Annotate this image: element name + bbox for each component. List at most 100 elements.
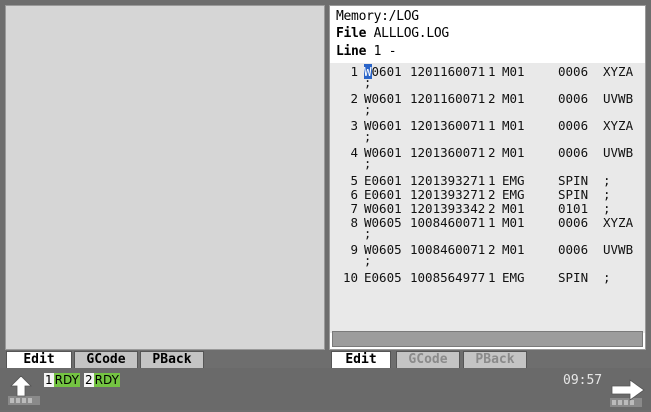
line-number: 7 <box>350 201 358 216</box>
log-timestamp: 1201360071 <box>410 145 486 160</box>
left-empty-panel <box>5 5 325 350</box>
channel-2-status: 2 RDY <box>84 372 120 388</box>
channel-2-ready: RDY <box>93 373 120 387</box>
log-channel: 2 <box>488 242 496 257</box>
log-line-continuation: ; <box>364 130 372 144</box>
log-axis: ; <box>603 187 611 202</box>
log-channel: 1 <box>488 173 496 188</box>
log-axis: ; <box>603 173 611 188</box>
tab-right-edit[interactable]: Edit <box>331 351 391 368</box>
log-code-prefix: E <box>364 187 372 202</box>
line-number: 1 <box>350 64 358 79</box>
up-return-arrow-icon[interactable] <box>8 374 42 406</box>
channel-1-ready: RDY <box>53 373 80 387</box>
log-code: E0605 <box>364 271 402 285</box>
memory-path: Memory:/LOG <box>336 9 419 24</box>
log-code-number: 0601 <box>371 201 402 216</box>
line-number: 10 <box>342 270 358 285</box>
file-header: File ALLLOG.LOG <box>336 26 449 41</box>
log-line[interactable]: 9 W0605 1008460071 2 M01 0006 UVWB <box>330 243 645 257</box>
log-timestamp: 1201360071 <box>410 118 486 133</box>
log-category: M01 <box>502 64 525 79</box>
log-line-continuation: ; <box>364 103 372 117</box>
channel-1-status: 1 RDY <box>44 372 80 388</box>
log-code-number: 0601 <box>371 145 402 160</box>
log-category: EMG <box>502 270 525 285</box>
log-value: 0006 <box>558 64 589 79</box>
log-line[interactable]: 5 E0601 1201393271 1 EMG SPIN; <box>330 174 645 188</box>
log-code: E0601 <box>364 188 402 202</box>
log-code-number: 0601 <box>371 173 402 188</box>
log-value: SPIN <box>558 173 589 188</box>
log-timestamp: 1201393271 <box>410 187 486 202</box>
log-code-number: 0605 <box>371 270 402 285</box>
log-timestamp: 1201393342 <box>410 201 486 216</box>
line-header: Line 1 - <box>336 44 397 59</box>
log-value: 0006 <box>558 242 589 257</box>
log-code: E0601 <box>364 174 402 188</box>
log-value: 0101 <box>558 201 589 216</box>
line-label: Line <box>336 44 367 59</box>
log-category: EMG <box>502 187 525 202</box>
log-code-number: 0605 <box>371 215 402 230</box>
log-line[interactable]: 4 W0601 1201360071 2 M01 0006 UVWB <box>330 146 645 160</box>
log-channel: 2 <box>488 187 496 202</box>
log-code-prefix: E <box>364 270 372 285</box>
log-value: SPIN <box>558 270 589 285</box>
log-code-number: 0601 <box>371 64 402 79</box>
tab-left-pback[interactable]: PBack <box>140 351 204 368</box>
tab-right-pback[interactable]: PBack <box>463 351 527 368</box>
channel-1-number: 1 <box>44 373 54 387</box>
log-channel: 2 <box>488 201 496 216</box>
log-line[interactable]: 8 W0605 1008460071 1 M01 0006 XYZA <box>330 216 645 230</box>
log-timestamp: 1201160071 <box>410 91 486 106</box>
log-value: SPIN <box>558 187 589 202</box>
log-category: M01 <box>502 242 525 257</box>
log-category: M01 <box>502 215 525 230</box>
log-axis: XYZA <box>603 215 634 230</box>
log-line-continuation: ; <box>364 254 372 268</box>
cnc-screen: Memory:/LOG File ALLLOG.LOG Line 1 - 1 W0… <box>0 0 651 410</box>
line-number: 4 <box>350 145 358 160</box>
log-axis: XYZA <box>603 118 634 133</box>
log-lines-area[interactable]: 1 W0601 1201160071 1 M01 0006 XYZA; 2 W0601 12011… <box>330 63 645 333</box>
log-value: 0006 <box>558 118 589 133</box>
log-axis: UVWB <box>603 91 634 106</box>
log-value: 0006 <box>558 91 589 106</box>
log-editor-panel: Memory:/LOG File ALLLOG.LOG Line 1 - 1 W0… <box>329 5 646 350</box>
log-channel: 1 <box>488 215 496 230</box>
tab-left-edit[interactable]: Edit <box>6 351 72 368</box>
log-line[interactable]: 10 E0605 1008564977 1 EMG SPIN; <box>330 271 645 285</box>
log-timestamp: 1201160071 <box>410 64 486 79</box>
log-channel: 2 <box>488 145 496 160</box>
log-channel: 1 <box>488 118 496 133</box>
log-code-number: 0601 <box>371 91 402 106</box>
line-value: 1 - <box>373 44 397 59</box>
log-axis: ; <box>603 270 611 285</box>
line-number: 3 <box>350 118 358 133</box>
log-code-number: 0601 <box>371 187 402 202</box>
log-axis: ; <box>603 201 611 216</box>
log-line[interactable]: 6 E0601 1201393271 2 EMG SPIN; <box>330 188 645 202</box>
clock: 09:57 <box>563 373 603 388</box>
log-axis: UVWB <box>603 145 634 160</box>
log-code-prefix: W <box>364 201 372 216</box>
right-arrow-icon[interactable] <box>608 378 648 408</box>
log-line-continuation: ; <box>364 76 372 90</box>
log-code: W0601 <box>364 202 402 216</box>
log-timestamp: 1008460071 <box>410 242 486 257</box>
log-timestamp: 1201393271 <box>410 173 486 188</box>
log-timestamp: 1008460071 <box>410 215 486 230</box>
channel-2-number: 2 <box>84 373 94 387</box>
log-line[interactable]: 2 W0601 1201160071 2 M01 0006 UVWB <box>330 92 645 106</box>
log-line[interactable]: 7 W0601 1201393342 2 M01 0101; <box>330 202 645 216</box>
log-line-continuation: ; <box>364 157 372 171</box>
tab-left-gcode[interactable]: GCode <box>74 351 138 368</box>
tab-right-gcode[interactable]: GCode <box>396 351 460 368</box>
log-line[interactable]: 1 W0601 1201160071 1 M01 0006 XYZA <box>330 64 645 79</box>
log-category: M01 <box>502 91 525 106</box>
log-axis: XYZA <box>603 64 634 79</box>
log-line[interactable]: 3 W0601 1201360071 1 M01 0006 XYZA <box>330 119 645 133</box>
line-number: 6 <box>350 187 358 202</box>
input-bar[interactable] <box>332 331 643 347</box>
